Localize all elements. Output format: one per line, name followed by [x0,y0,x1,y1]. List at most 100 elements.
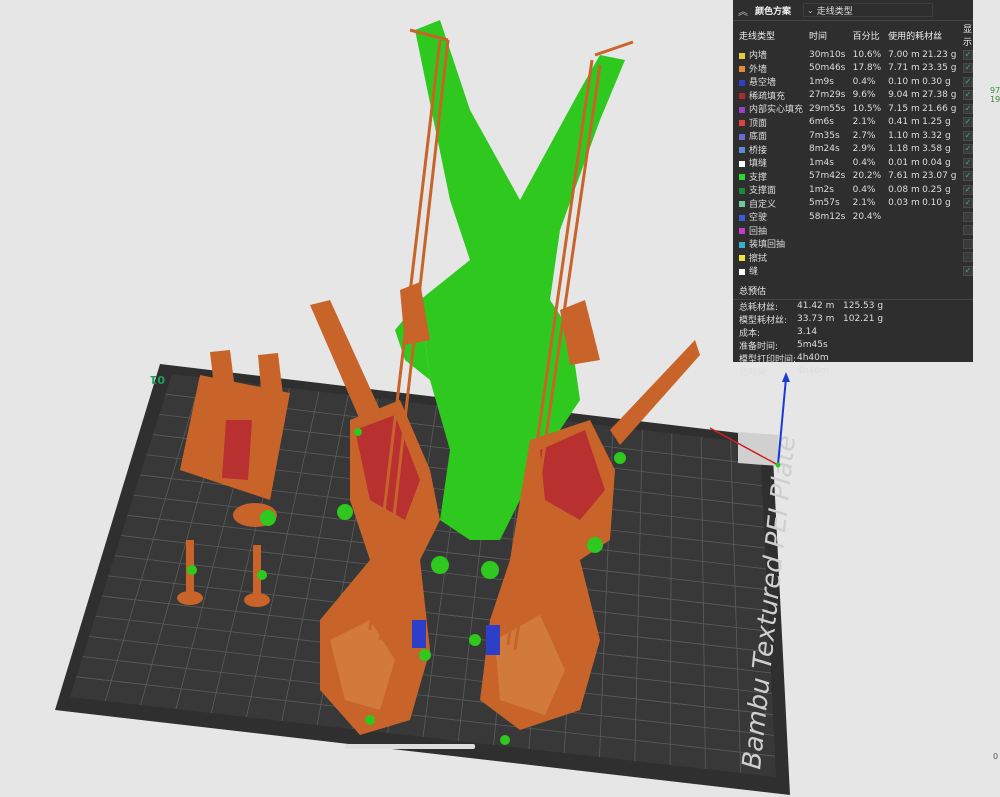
legend-row: 填缝 1m4s 0.4% 0.01 m 0.04 g ✓ [733,156,973,170]
visibility-checkbox[interactable]: ✓ [963,90,973,100]
color-swatch [739,106,745,113]
legend-percent: 10.6% [852,49,882,60]
legend-filament [882,237,957,251]
visibility-checkbox[interactable] [963,225,973,235]
legend-time [803,264,847,278]
legend-percent: 2.1% [852,198,876,209]
collapse-icon[interactable]: ︽ [737,3,749,18]
legend-percent: 0.4% [852,76,876,87]
legend-type-cell: 顶面 [733,116,803,130]
legend-type-cell: 悬空墙 [733,75,803,89]
legend-show-cell: ✓ [957,143,973,157]
color-swatch [739,174,745,181]
summary-k: 模型打印时间: [739,354,797,365]
visibility-checkbox[interactable]: ✓ [963,117,973,127]
legend-show-cell [957,251,973,265]
legend-time: 1m2s [809,184,834,195]
visibility-checkbox[interactable]: ✓ [963,130,973,141]
legend-filament: 7.71 m 23.35 g [882,62,957,76]
legend-type-cell: 空驶 [733,210,803,224]
legend-percent: 10.5% [852,103,882,114]
legend-time: 1m9s [809,76,834,87]
legend-filament [882,224,957,238]
legend-type-cell: 装填回抽 [733,237,803,251]
filament-weight: 21.23 g [922,49,957,60]
legend-show-cell: ✓ [957,264,973,278]
legend-filament: 0.10 m 0.30 g [882,75,957,89]
side-readout-1: 97 [990,86,1000,95]
visibility-checkbox[interactable]: ✓ [963,49,973,60]
filament-length: 0.10 m [888,76,920,87]
legend-percent [847,251,882,265]
filament-weight: 23.07 g [922,171,957,182]
legend-time [803,224,847,238]
color-swatch [739,187,745,194]
visibility-checkbox[interactable]: ✓ [963,144,973,154]
legend-label: 桥接 [749,145,768,156]
legend-row: 底面 7m35s 2.7% 1.10 m 3.32 g ✓ [733,129,973,143]
filament-length: 7.71 m [888,63,920,74]
col-show: 显示 [963,25,973,48]
filament-length: 0.03 m [888,198,920,209]
legend-percent [847,237,882,251]
legend-show-cell: ✓ [957,129,973,143]
visibility-checkbox[interactable]: ✓ [963,184,973,195]
color-swatch [739,120,745,127]
legend-show-cell: ✓ [957,75,973,89]
legend-filament: 1.10 m 3.32 g [882,129,957,143]
filament-weight: 3.58 g [922,144,951,155]
legend-show-cell [957,237,973,251]
legend-row: 桥接 8m24s 2.9% 1.18 m 3.58 g ✓ [733,143,973,157]
color-scheme-title: 颜色方案 [755,6,792,17]
legend-label: 顶面 [749,118,768,129]
legend-row: 稀疏填充 27m29s 9.6% 9.04 m 27.38 g ✓ [733,89,973,103]
color-swatch [739,52,745,59]
filament-length: 0.08 m [888,184,920,195]
filament-length: 7.61 m [888,171,920,182]
visibility-checkbox[interactable]: ✓ [963,157,973,168]
legend-row: 空驶 58m12s 20.4% [733,210,973,224]
legend-type-cell: 内墙 [733,48,803,62]
visibility-checkbox[interactable] [963,252,973,262]
legend-percent: 2.9% [852,144,876,155]
legend-percent: 2.7% [852,130,876,141]
visibility-checkbox[interactable]: ✓ [963,63,973,73]
visibility-checkbox[interactable]: ✓ [963,198,973,208]
legend-time: 27m29s [809,90,846,101]
legend-filament: 0.01 m 0.04 g [882,156,957,170]
visibility-checkbox[interactable]: ✓ [963,171,973,181]
legend-label: 缝 [749,267,759,278]
legend-type-cell: 回抽 [733,224,803,238]
legend-type-cell: 桥接 [733,143,803,157]
col-type: 走线类型 [739,31,776,42]
filament-weight: 0.10 g [922,198,951,209]
filament-length: 7.15 m [888,103,920,114]
legend-rows: 内墙 30m10s 10.6% 7.00 m 21.23 g ✓ 外墙 50m46s 17.8%… [733,48,973,278]
summary-k: 总耗材丝: [739,302,779,313]
side-readout: 97 194 [990,86,1000,104]
legend-percent: 9.6% [852,90,876,101]
legend-label: 装填回抽 [749,240,786,251]
legend-filament [882,264,957,278]
filament-weight: 27.38 g [922,90,957,101]
legend-header-row: 走线类型 时间 百分比 使用的耗材丝 显示 [733,22,973,48]
legend-row: 顶面 6m6s 2.1% 0.41 m 1.25 g ✓ [733,116,973,130]
legend-time: 7m35s [809,130,840,141]
visibility-checkbox[interactable] [963,238,973,249]
legend-time: 57m42s [809,171,846,182]
legend-row: 擦拭 [733,251,973,265]
color-swatch [739,66,745,73]
visibility-checkbox[interactable]: ✓ [963,76,973,87]
filament-weight: 0.30 g [922,76,951,87]
legend-time [803,251,847,265]
legend-label: 内部实心填充 [749,105,804,116]
visibility-checkbox[interactable]: ✓ [963,265,973,276]
legend-row: 缝 ✓ [733,264,973,278]
visibility-checkbox[interactable] [963,211,973,222]
color-scheme-select[interactable]: ⌄ 走线类型 [803,3,934,17]
legend-header: ︽ 颜色方案 ⌄ 走线类型 [733,0,973,21]
visibility-checkbox[interactable]: ✓ [963,103,973,114]
filament-weight: 23.35 g [922,63,957,74]
legend-filament: 1.18 m 3.58 g [882,143,957,157]
summary-row: 模型打印时间: 4h40m [733,352,973,365]
